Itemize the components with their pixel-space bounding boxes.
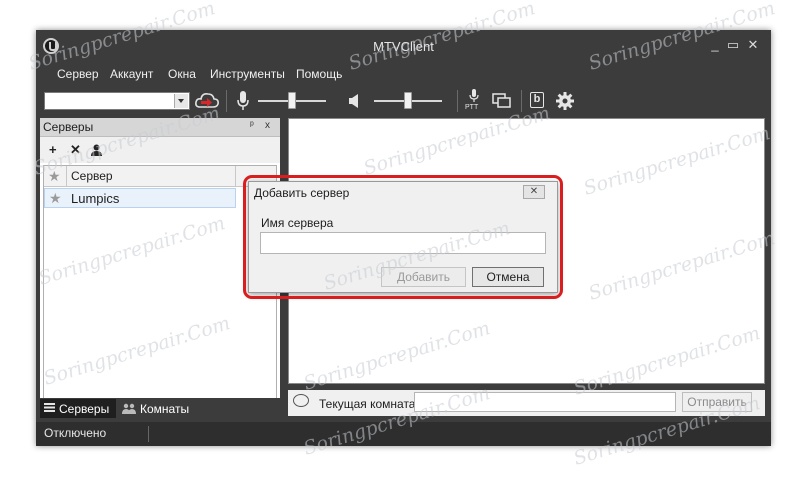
server-list-header: ★ Сервер	[44, 166, 276, 187]
server-combo[interactable]	[44, 92, 190, 110]
menu-tools[interactable]: Инструменты	[210, 67, 285, 81]
tab-rooms[interactable]: Комнаты	[120, 399, 200, 418]
ptt-microphone-icon	[469, 89, 479, 102]
tab-servers[interactable]: Серверы	[40, 399, 116, 418]
server-column-header[interactable]: Сервер	[71, 169, 113, 183]
menu-account[interactable]: Аккаунт	[110, 67, 153, 81]
speaker-volume-thumb[interactable]	[404, 92, 412, 109]
highlight-frame	[243, 175, 563, 299]
chat-bubble-icon	[293, 394, 309, 407]
ptt-button[interactable]: PTT	[463, 88, 485, 114]
close-button[interactable]: ✕	[746, 38, 760, 52]
tab-servers-label: Серверы	[59, 402, 110, 416]
menu-windows[interactable]: Окна	[168, 67, 196, 81]
toolbar: PTT b	[40, 86, 767, 116]
server-row-name: Lumpics	[71, 191, 120, 206]
speaker-icon[interactable]	[348, 93, 362, 109]
menu-help[interactable]: Помощь	[296, 67, 342, 81]
ptt-label: PTT	[465, 104, 479, 111]
minimize-button[interactable]: _	[708, 38, 722, 52]
tab-rooms-label: Комнаты	[140, 402, 190, 416]
chevron-down-icon[interactable]	[174, 94, 188, 108]
column-separator	[235, 166, 236, 186]
panel-close-icon[interactable]: x	[265, 120, 270, 131]
windows-icon[interactable]	[492, 93, 512, 109]
microphone-icon[interactable]	[236, 90, 250, 112]
servers-tab-icon	[44, 403, 55, 412]
maximize-button[interactable]: ▭	[726, 38, 740, 52]
menu-bar: Сервер Аккаунт Окна Инструменты Помощь	[40, 62, 767, 86]
bottom-tab-bar: Серверы Комнаты	[40, 398, 280, 418]
toolbar-separator	[457, 90, 458, 112]
pin-icon[interactable]: ᵖ	[250, 120, 254, 131]
status-separator	[148, 426, 149, 442]
toolbar-separator	[226, 90, 227, 112]
favorite-star-icon[interactable]: ★	[49, 190, 62, 207]
rooms-tab-icon	[122, 403, 136, 414]
server-row[interactable]: ★ Lumpics	[44, 188, 236, 208]
connection-status: Отключено	[44, 426, 107, 440]
menu-server[interactable]: Сервер	[57, 67, 99, 81]
gear-icon[interactable]	[555, 91, 575, 111]
servers-panel-title: Серверы	[43, 120, 94, 134]
mic-volume-thumb[interactable]	[288, 92, 296, 109]
